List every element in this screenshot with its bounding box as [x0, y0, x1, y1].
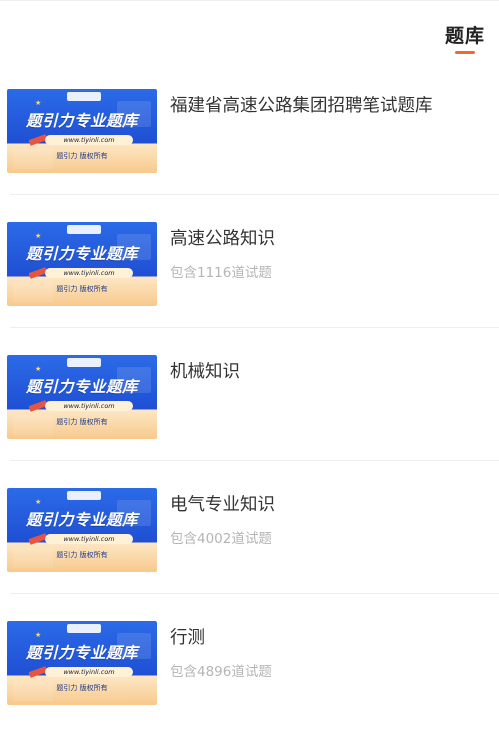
thumbnail-url: www.tiyinli.com: [45, 534, 133, 544]
brand-logo: [67, 624, 101, 633]
item-thumbnail: ★ 题引力专业题库 www.tiyinli.com 题引力 版权所有: [7, 89, 157, 173]
thumbnail-title: 题引力专业题库: [25, 378, 138, 396]
list-item[interactable]: ★ 题引力专业题库 www.tiyinli.com 题引力 版权所有 机械知识: [0, 328, 499, 461]
list-item[interactable]: ★ 题引力专业题库 www.tiyinli.com 题引力 版权所有 福建省高速…: [0, 62, 499, 195]
star-icon: ★: [35, 498, 42, 506]
star-icon: ★: [35, 365, 42, 373]
thumbnail-footer: 题引力 版权所有: [56, 152, 108, 160]
star-icon: ★: [35, 232, 42, 240]
brand-logo: [67, 225, 101, 234]
tab-question-bank[interactable]: 题库: [445, 21, 485, 48]
thumbnail-footer: 题引力 版权所有: [56, 418, 108, 426]
thumbnail-footer: 题引力 版权所有: [56, 684, 108, 692]
item-subtitle: 包含1116道试题: [170, 265, 272, 281]
thumbnail-url: www.tiyinli.com: [45, 268, 133, 278]
thumbnail-footer: 题引力 版权所有: [56, 285, 108, 293]
item-title: 高速公路知识: [170, 229, 275, 249]
question-bank-list: ★ 题引力专业题库 www.tiyinli.com 题引力 版权所有 福建省高速…: [0, 62, 499, 727]
thumbnail-url: www.tiyinli.com: [45, 667, 133, 677]
thumbnail-footer: 题引力 版权所有: [56, 551, 108, 559]
list-item[interactable]: ★ 题引力专业题库 www.tiyinli.com 题引力 版权所有 电气专业知…: [0, 461, 499, 594]
star-icon: ★: [35, 99, 42, 107]
item-title: 机械知识: [170, 362, 240, 382]
item-title: 电气专业知识: [170, 495, 275, 515]
thumbnail-title: 题引力专业题库: [25, 112, 138, 130]
list-item[interactable]: ★ 题引力专业题库 www.tiyinli.com 题引力 版权所有 高速公路知…: [0, 195, 499, 328]
brand-logo: [67, 358, 101, 367]
brand-logo: [67, 92, 101, 101]
item-thumbnail: ★ 题引力专业题库 www.tiyinli.com 题引力 版权所有: [7, 222, 157, 306]
star-icon: ★: [35, 631, 42, 639]
item-subtitle: 包含4896道试题: [170, 664, 272, 680]
list-item[interactable]: ★ 题引力专业题库 www.tiyinli.com 题引力 版权所有 行测 包含…: [0, 594, 499, 727]
thumbnail-title: 题引力专业题库: [25, 511, 138, 529]
item-title: 行测: [170, 628, 205, 648]
item-subtitle: 包含4002道试题: [170, 531, 272, 547]
item-thumbnail: ★ 题引力专业题库 www.tiyinli.com 题引力 版权所有: [7, 488, 157, 572]
item-thumbnail: ★ 题引力专业题库 www.tiyinli.com 题引力 版权所有: [7, 355, 157, 439]
top-bar: 题库: [0, 0, 499, 63]
brand-logo: [67, 491, 101, 500]
thumbnail-title: 题引力专业题库: [25, 245, 138, 263]
thumbnail-url: www.tiyinli.com: [45, 135, 133, 145]
item-title: 福建省高速公路集团招聘笔试题库: [170, 96, 433, 116]
thumbnail-url: www.tiyinli.com: [45, 401, 133, 411]
thumbnail-title: 题引力专业题库: [25, 644, 138, 662]
tab-active-indicator: [455, 51, 475, 54]
item-thumbnail: ★ 题引力专业题库 www.tiyinli.com 题引力 版权所有: [7, 621, 157, 705]
